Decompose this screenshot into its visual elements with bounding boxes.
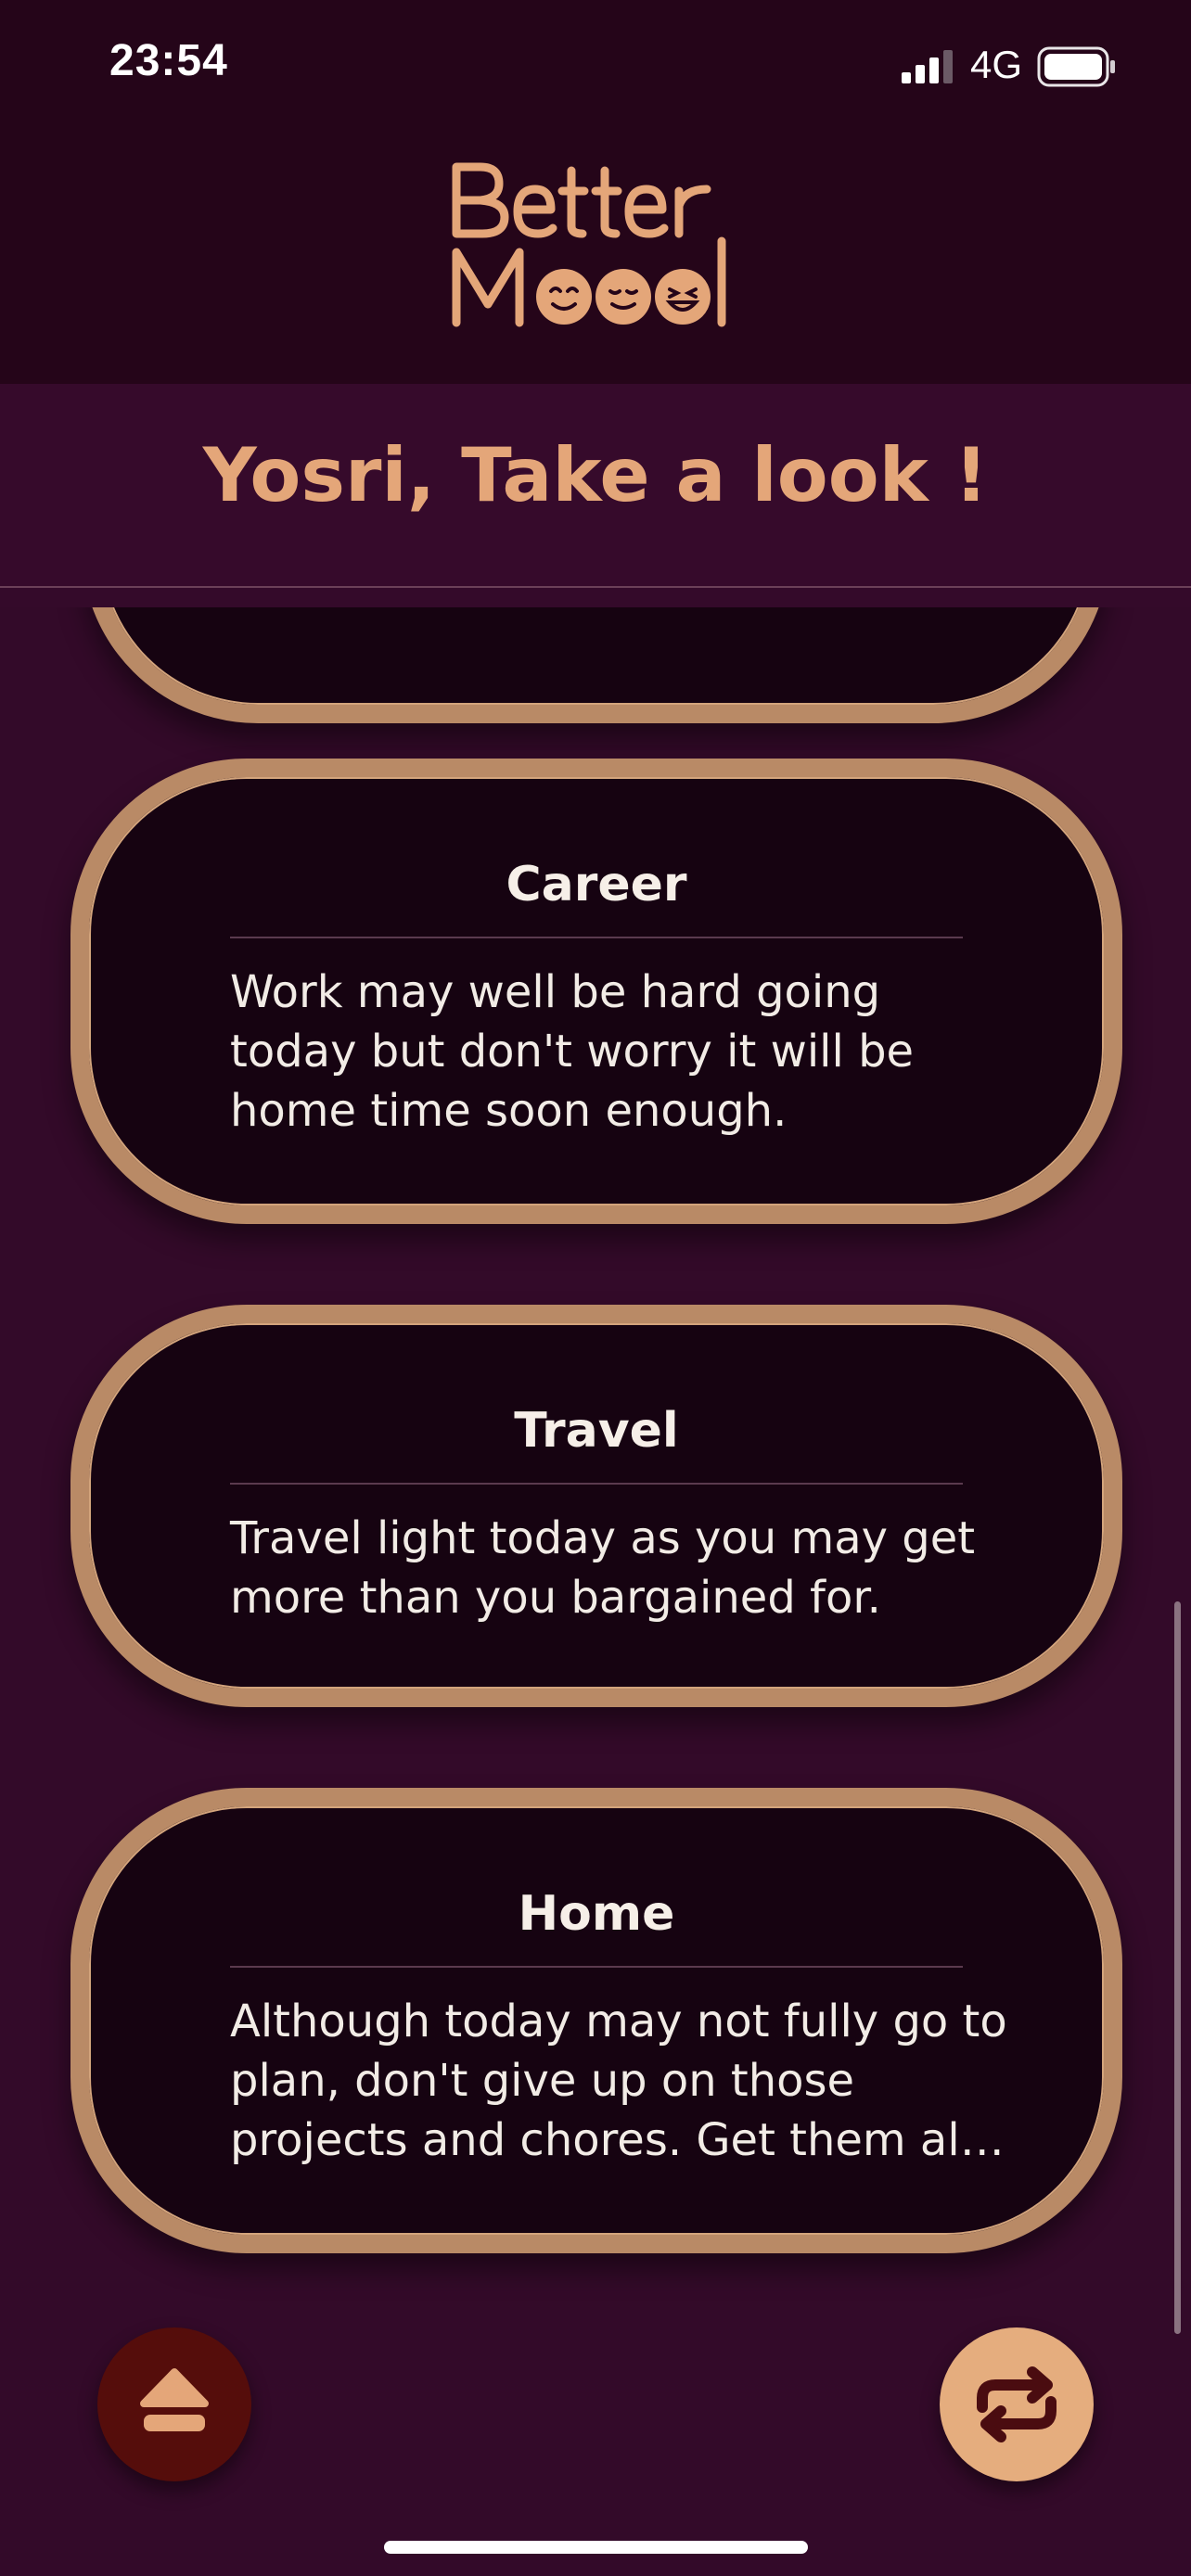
status-time: 23:54 [109, 36, 228, 85]
card-title: Travel [514, 1403, 679, 1459]
card-text: Travel light today as you may get more t… [230, 1512, 976, 1624]
greeting-band: Yosri, Take a look ! [0, 384, 1191, 588]
eject-button[interactable] [97, 2327, 251, 2481]
card-title: Home [518, 1886, 675, 1942]
card-title: Career [506, 857, 687, 912]
status-bar: 23:54 4G [0, 0, 1191, 130]
career-card[interactable]: Career Work may well be hard going today… [70, 759, 1122, 1224]
cellular-signal-icon [902, 50, 953, 83]
horoscope-card-list[interactable]: Career Work may well be hard going today… [0, 607, 1191, 2576]
repeat-icon [977, 2366, 1057, 2442]
previous-card[interactable] [82, 607, 1109, 723]
card-divider [230, 937, 963, 938]
network-label: 4G [970, 43, 1023, 86]
home-indicator[interactable] [384, 2541, 808, 2554]
home-card[interactable]: Home Although today may not fully go to … [70, 1788, 1122, 2253]
card-divider [230, 1966, 963, 1968]
battery-icon [1037, 46, 1115, 87]
card-text: Although today may not fully go to plan,… [230, 1996, 1007, 2166]
card-text: Work may well be hard going today but do… [230, 966, 915, 1137]
better-mood-logo [452, 162, 726, 327]
greeting-title: Yosri, Take a look ! [202, 432, 989, 518]
repeat-button[interactable] [940, 2327, 1094, 2481]
card-divider [230, 1483, 963, 1485]
travel-card[interactable]: Travel Travel light today as you may get… [70, 1305, 1122, 1707]
eject-icon [140, 2368, 209, 2431]
scrollbar[interactable] [1174, 1601, 1181, 2334]
